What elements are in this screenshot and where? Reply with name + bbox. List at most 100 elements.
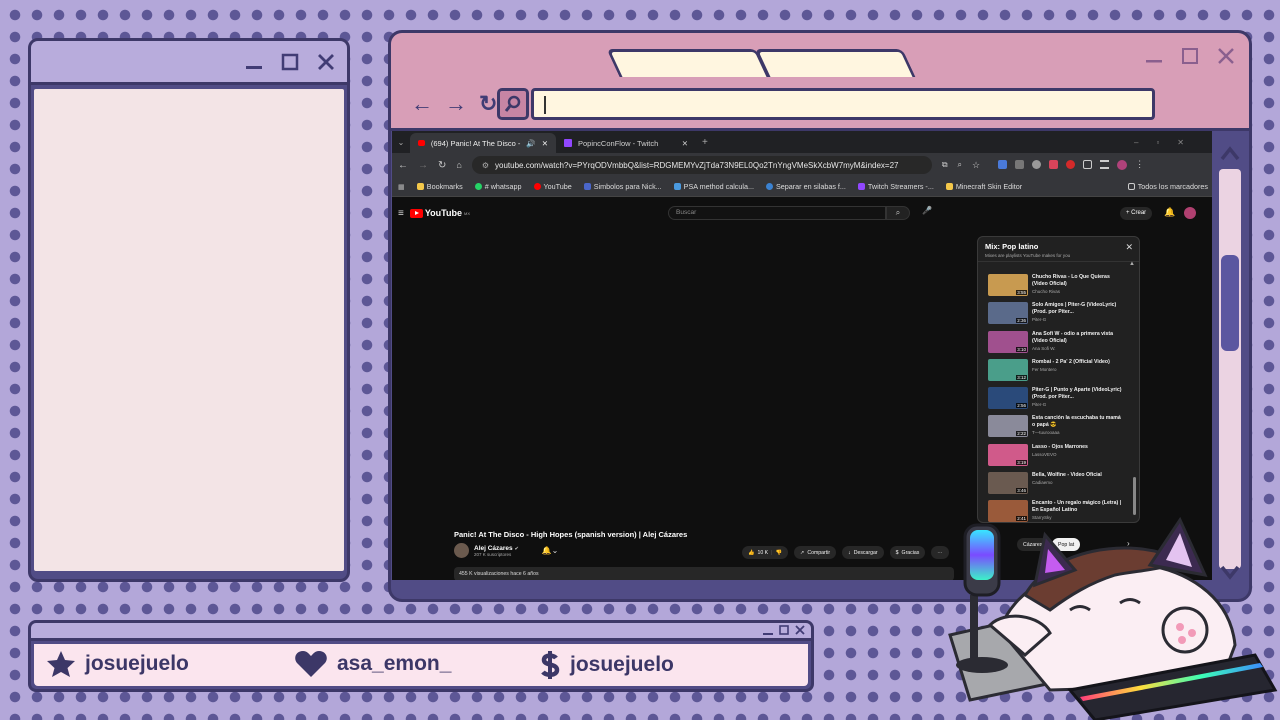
- scroll-up-icon[interactable]: [1219, 143, 1241, 163]
- playlist-item[interactable]: 3:55 Chucho Rivas - Lo Que Quieras (Video…: [978, 271, 1139, 299]
- bookmark-item[interactable]: Twitch Streamers -...: [857, 182, 934, 191]
- speaker-icon[interactable]: 🔊: [526, 139, 535, 148]
- playlist-item[interactable]: 3:10 Ana Sofi W - odio a primera vista (V…: [978, 328, 1139, 356]
- video-description[interactable]: 455 K visualizaciones hace 6 años: [454, 567, 954, 580]
- minimize-icon[interactable]: [763, 624, 773, 636]
- forward-arrow-icon[interactable]: →: [445, 91, 467, 117]
- frame-tab-2[interactable]: [754, 49, 916, 77]
- create-button[interactable]: + Crear: [1120, 207, 1153, 220]
- new-tab-icon[interactable]: +: [696, 137, 708, 148]
- channel-avatar[interactable]: [454, 543, 469, 558]
- bookmark-item[interactable]: PSA method calcula...: [673, 182, 754, 191]
- chrome-window-controls[interactable]: –▫✕: [1134, 138, 1212, 147]
- playlist-item-title[interactable]: Piter-G | Punto y Aparte (VideoLyric) (P…: [1032, 387, 1124, 401]
- account-avatar[interactable]: [1184, 207, 1196, 219]
- scroll-up-icon[interactable]: ▲: [1129, 261, 1135, 267]
- close-tab-icon[interactable]: ✕: [542, 139, 548, 148]
- close-icon[interactable]: [315, 51, 337, 73]
- playlist-item-title[interactable]: Bellа, Wolfine - Video Oficial: [1032, 472, 1124, 479]
- thumbs-down-icon[interactable]: 👎: [776, 550, 782, 556]
- playlist-item[interactable]: 3:19 Lasso - Ojos Marrones LassoVEVO: [978, 441, 1139, 469]
- playlist-thumbnail[interactable]: 3:46: [988, 472, 1028, 495]
- frame-url-input[interactable]: [531, 88, 1155, 120]
- bookmark-item[interactable]: # whatsapp: [474, 182, 522, 191]
- playlist-thumbnail[interactable]: 2:36: [988, 302, 1028, 325]
- playlist-thumbnail[interactable]: 2:22: [988, 415, 1028, 438]
- bookmark-item[interactable]: Separar en silabas f...: [766, 182, 846, 191]
- bookmark-item[interactable]: YouTube: [533, 182, 572, 191]
- scrollbar-thumb[interactable]: [1221, 255, 1239, 351]
- reload-icon[interactable]: ↻: [438, 160, 446, 171]
- bookmark-item[interactable]: Simbolos para Nick...: [583, 182, 662, 191]
- extension-icon[interactable]: [1015, 160, 1025, 169]
- playlist-item[interactable]: 2:36 Solo Amigos | Piter-G (VideoLyric) (…: [978, 299, 1139, 327]
- close-icon[interactable]: ✕: [1125, 242, 1133, 253]
- playlist-item[interactable]: 2:22 Esta canción la escuchaba tu mamá o …: [978, 412, 1139, 440]
- thanks-button[interactable]: $ Gracias: [889, 546, 926, 559]
- playlist-thumbnail[interactable]: 2:56: [988, 387, 1028, 410]
- playlist-item-title[interactable]: Chucho Rivas - Lo Que Quieras (Video Ofi…: [1032, 274, 1124, 288]
- playlist-item-title[interactable]: Esta canción la escuchaba tu mamá o papá…: [1032, 415, 1124, 429]
- youtube-logo[interactable]: YouTube MX: [409, 208, 470, 218]
- like-button[interactable]: 👍 10 K | 👎: [742, 546, 788, 559]
- star-icon[interactable]: ☆: [972, 160, 980, 171]
- puzzle-icon[interactable]: [1083, 160, 1093, 169]
- notifications-icon[interactable]: 🔔: [1164, 207, 1175, 218]
- address-bar[interactable]: ⚙ youtube.com/watch?v=PYrqODVmbbQ&list=R…: [471, 156, 932, 174]
- back-icon[interactable]: ←: [398, 160, 408, 171]
- close-icon[interactable]: [1215, 45, 1237, 67]
- subscribe-bell-icon[interactable]: 🔔⌄: [542, 546, 559, 555]
- playlist-thumbnail[interactable]: 3:55: [988, 274, 1028, 296]
- download-button[interactable]: ↓ Descargar: [842, 546, 884, 559]
- microphone-icon[interactable]: 🎤: [922, 206, 932, 215]
- playlist-scrollbar[interactable]: [1133, 477, 1136, 515]
- reload-icon[interactable]: ↻: [479, 91, 497, 117]
- search-icon[interactable]: ⌕: [886, 206, 910, 220]
- extension-icon[interactable]: [1049, 160, 1059, 169]
- extension-icon[interactable]: [1066, 160, 1076, 169]
- youtube-search-input[interactable]: Buscar: [668, 206, 886, 220]
- playlist-thumbnail[interactable]: 3:19: [988, 443, 1028, 466]
- home-icon[interactable]: ⌂: [456, 160, 461, 170]
- playlist-thumbnail[interactable]: 3:12: [988, 358, 1028, 381]
- extension-icon[interactable]: [998, 160, 1008, 169]
- chrome-tab-youtube[interactable]: (694) Panic! At The Disco - 🔊 ✕: [410, 133, 556, 153]
- playlist-thumbnail[interactable]: 3:10: [988, 330, 1028, 353]
- playlist-item[interactable]: 3:12 Rombai - 2 Pa' 2 (Official Video) Fer…: [978, 356, 1139, 384]
- scrollbar-track[interactable]: [1219, 169, 1241, 569]
- playlist-item-title[interactable]: Lasso - Ojos Marrones: [1032, 444, 1124, 451]
- channel-name[interactable]: Alej Cázares ✔: [474, 545, 519, 552]
- frame-tab-1[interactable]: [606, 49, 770, 77]
- cast-icon[interactable]: ⧉: [942, 160, 948, 170]
- playlist-item[interactable]: 3:46 Bellа, Wolfine - Video Oficial Cadiae…: [978, 469, 1139, 497]
- media-icon[interactable]: [1100, 160, 1110, 169]
- bookmark-item[interactable]: Bookmarks: [416, 182, 463, 191]
- playlist-item-title[interactable]: Ana Sofi W - odio a primera vista (Video…: [1032, 331, 1124, 345]
- apps-grid-icon[interactable]: ▦: [398, 182, 405, 191]
- playlist-item[interactable]: 2:56 Piter-G | Punto y Aparte (VideoLyric…: [978, 384, 1139, 412]
- maximize-icon[interactable]: [279, 51, 301, 73]
- menu-dots-icon[interactable]: ⋮: [1135, 160, 1144, 170]
- close-icon[interactable]: [795, 624, 805, 636]
- maximize-icon[interactable]: [1179, 45, 1201, 67]
- playlist-item-title[interactable]: Rombai - 2 Pa' 2 (Official Video): [1032, 359, 1124, 366]
- chrome-tab-twitch[interactable]: PopincConFlow - Twitch ✕: [556, 133, 696, 153]
- profile-avatar[interactable]: [1117, 160, 1128, 170]
- bookmark-item[interactable]: Minecraft Skin Editor: [945, 182, 1022, 191]
- share-button[interactable]: ↗ Compartir: [793, 546, 837, 559]
- back-arrow-icon[interactable]: ←: [411, 91, 433, 117]
- hamburger-menu-icon[interactable]: ≡: [392, 208, 410, 219]
- playlist-item-title[interactable]: Encanto - Un regalo mágico (Letra) | En …: [1032, 500, 1124, 514]
- extension-icon[interactable]: [1032, 160, 1042, 169]
- close-tab-icon[interactable]: ✕: [682, 139, 688, 148]
- minimize-icon[interactable]: [243, 51, 265, 73]
- playlist-item-title[interactable]: Solo Amigos | Piter-G (VideoLyric) (Prod…: [1032, 302, 1124, 316]
- site-info-icon[interactable]: ⚙: [482, 161, 489, 170]
- zoom-icon[interactable]: ⌕: [958, 160, 962, 170]
- all-bookmarks[interactable]: Todos los marcadores: [1127, 182, 1212, 191]
- forward-icon[interactable]: →: [418, 160, 428, 171]
- search-icon[interactable]: [497, 88, 529, 120]
- minimize-icon[interactable]: [1143, 45, 1165, 67]
- tab-search-icon[interactable]: ⌄: [392, 138, 410, 147]
- maximize-icon[interactable]: [779, 624, 789, 636]
